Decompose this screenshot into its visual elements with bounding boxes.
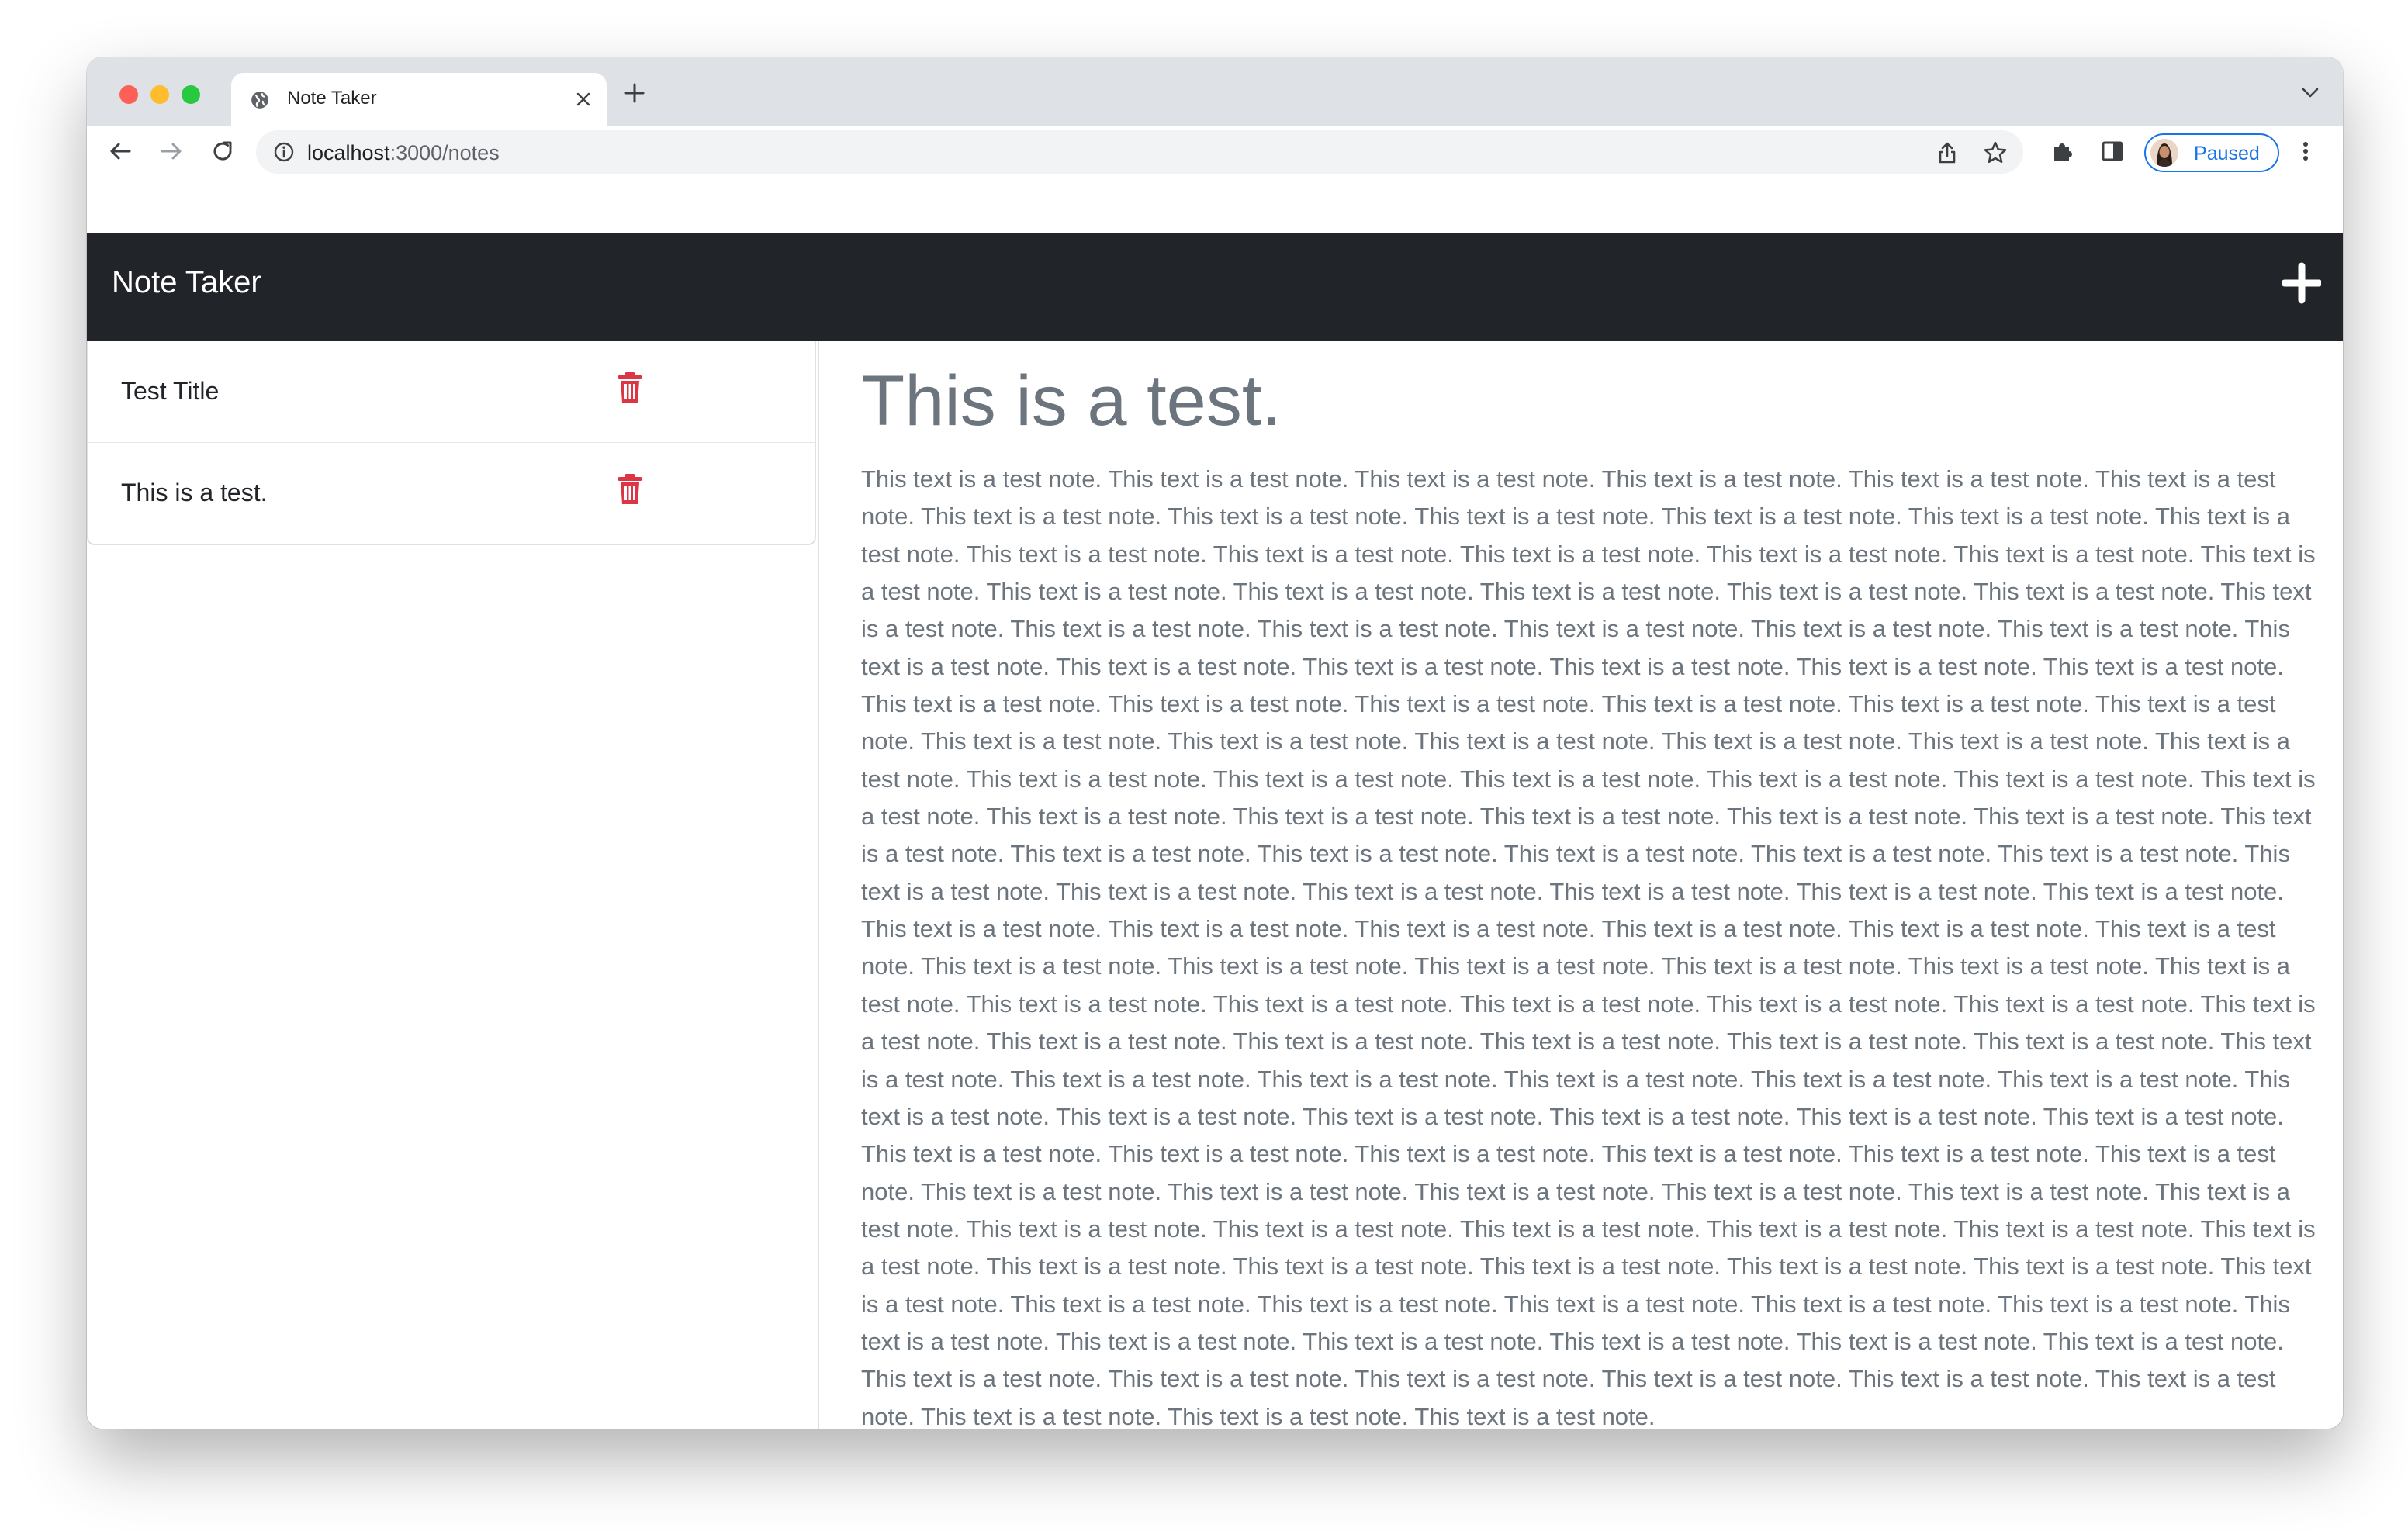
list-item[interactable]: Test Title bbox=[88, 341, 815, 442]
forward-arrow-icon[interactable] bbox=[158, 138, 185, 168]
bookmark-star-icon[interactable] bbox=[1983, 140, 2008, 169]
web-page: Note Taker Test Title This is a test. Th… bbox=[87, 181, 2343, 1429]
minimize-window-button[interactable] bbox=[150, 85, 169, 104]
tab-strip: Note Taker bbox=[87, 57, 2343, 126]
note-list-title: Test Title bbox=[121, 377, 220, 405]
avatar bbox=[2150, 139, 2178, 167]
back-arrow-icon[interactable] bbox=[107, 138, 133, 168]
tab-note-taker[interactable]: Note Taker bbox=[231, 73, 607, 126]
note-title-input[interactable]: This is a test. bbox=[861, 358, 1282, 444]
more-menu-icon[interactable] bbox=[2299, 138, 2312, 168]
site-info-icon[interactable] bbox=[273, 141, 295, 167]
share-icon[interactable] bbox=[1936, 141, 1958, 168]
close-window-button[interactable] bbox=[119, 85, 138, 104]
list-item[interactable]: This is a test. bbox=[88, 442, 815, 544]
browser-toolbar: localhost:3000/notes Paused bbox=[87, 126, 2343, 181]
extensions-puzzle-icon[interactable] bbox=[2050, 138, 2076, 168]
app-navbar: Note Taker bbox=[87, 233, 2343, 341]
plus-icon[interactable] bbox=[2281, 262, 2323, 304]
close-tab-icon[interactable] bbox=[576, 92, 591, 111]
chevron-down-icon[interactable] bbox=[2301, 87, 2320, 103]
url-host: localhost bbox=[307, 141, 390, 164]
url-text: localhost:3000/notes bbox=[307, 141, 500, 165]
note-list-title: This is a test. bbox=[121, 479, 268, 506]
app-brand[interactable]: Note Taker bbox=[112, 265, 261, 300]
browser-window: Note Taker localhost:3000/notes Paused N… bbox=[87, 57, 2343, 1429]
reload-icon[interactable] bbox=[209, 138, 236, 168]
fullscreen-window-button[interactable] bbox=[182, 85, 200, 104]
profile-status-label: Paused bbox=[2194, 143, 2260, 164]
new-tab-icon[interactable] bbox=[624, 82, 645, 108]
note-editor: This is a test. This text is a test note… bbox=[819, 341, 2343, 1429]
notes-list: Test Title This is a test. bbox=[87, 341, 816, 545]
notes-sidebar: Test Title This is a test. bbox=[87, 341, 819, 1429]
note-text-area[interactable]: This text is a test note. This text is a… bbox=[861, 461, 2334, 1429]
address-bar[interactable]: localhost:3000/notes bbox=[256, 130, 2023, 174]
globe-icon bbox=[250, 90, 270, 114]
side-panel-icon[interactable] bbox=[2099, 138, 2126, 168]
trash-icon[interactable] bbox=[618, 474, 642, 505]
trash-icon[interactable] bbox=[618, 372, 642, 403]
tab-title: Note Taker bbox=[287, 88, 377, 109]
url-path: :3000/notes bbox=[389, 141, 500, 164]
profile-button[interactable]: Paused bbox=[2144, 133, 2279, 172]
